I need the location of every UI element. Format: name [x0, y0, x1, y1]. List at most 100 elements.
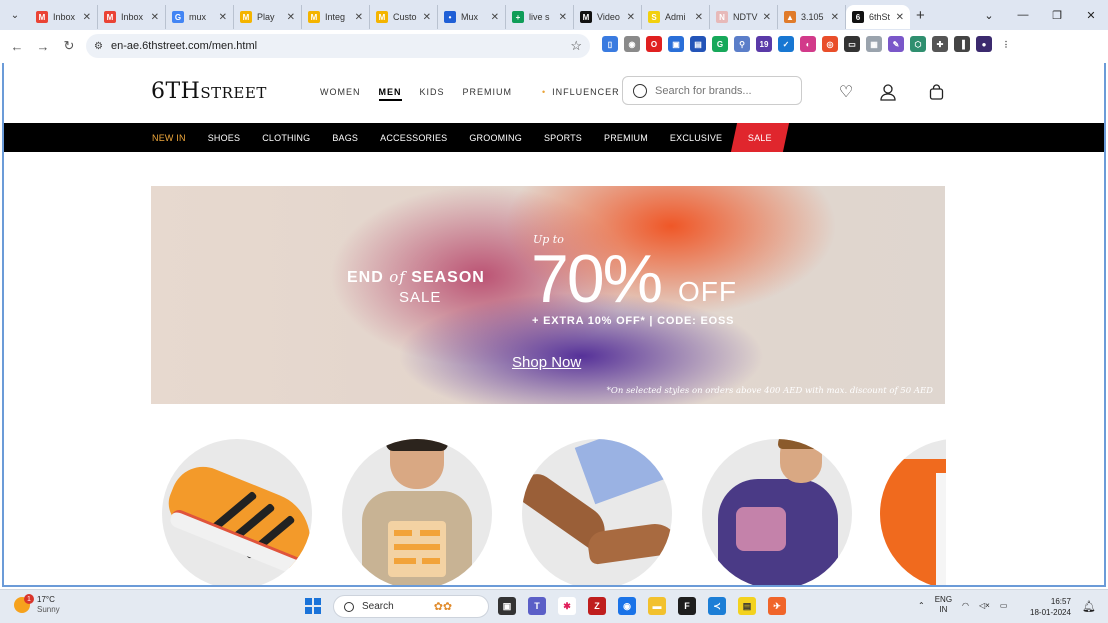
side-panel-icon[interactable]: ▐	[954, 36, 970, 52]
battery-icon[interactable]: ▭	[1000, 601, 1008, 610]
minimize-button[interactable]: —	[1006, 0, 1040, 30]
extensions-puzzle-icon[interactable]: ✚	[932, 36, 948, 52]
vscode-icon[interactable]: ≺	[708, 597, 726, 615]
category-circle-shoes[interactable]	[162, 439, 312, 585]
tab-close-icon[interactable]: ✕	[491, 12, 499, 23]
gender-tab-kids[interactable]: KIDS	[420, 87, 445, 101]
browser-tab[interactable]: + live s ✕	[506, 5, 574, 29]
teams-icon[interactable]: T	[528, 597, 546, 615]
maximize-button[interactable]: ❐	[1040, 0, 1074, 30]
figma-icon[interactable]: F	[678, 597, 696, 615]
tab-close-icon[interactable]: ✕	[151, 12, 159, 23]
reload-button[interactable]: ↻	[56, 33, 82, 59]
category-premium[interactable]: PREMIUM	[604, 133, 648, 143]
influencer-link[interactable]: • INFLUENCER	[542, 87, 620, 101]
brand-search-input[interactable]	[655, 84, 785, 97]
category-grooming[interactable]: GROOMING	[469, 133, 522, 143]
back-button[interactable]: ←	[4, 33, 30, 59]
chrome-icon[interactable]: ◉	[618, 597, 636, 615]
extension-icon[interactable]: ▤	[690, 36, 706, 52]
browser-menu-icon[interactable]: ⋮	[998, 36, 1014, 52]
category-sale[interactable]: SALE	[731, 123, 790, 152]
browser-tab[interactable]: M Integ ✕	[302, 5, 370, 29]
account-user-icon[interactable]	[878, 82, 898, 102]
category-new-in[interactable]: NEW IN	[152, 133, 186, 143]
wifi-icon[interactable]: ◠	[962, 601, 969, 610]
browser-tab[interactable]: M Video ✕	[574, 5, 642, 29]
tab-close-icon[interactable]: ✕	[423, 12, 431, 23]
browser-tab[interactable]: S Admi ✕	[642, 5, 710, 29]
system-clock[interactable]: 16:57 18-01-2024	[1030, 596, 1071, 618]
extension-icon[interactable]: ▯	[602, 36, 618, 52]
browser-tab[interactable]: 6 6thSt ✕	[846, 5, 910, 29]
extension-icon[interactable]: ▣	[668, 36, 684, 52]
end-of-season-banner[interactable]: END of SEASON SALE Up to 70% OFF + EXTRA…	[151, 186, 945, 404]
tab-search-chevron-icon[interactable]: ⌄	[4, 4, 26, 26]
tab-close-icon[interactable]: ✕	[763, 12, 771, 23]
category-circle-jackets[interactable]	[880, 439, 946, 585]
address-bar[interactable]: ⚙ en-ae.6thstreet.com/men.html ☆	[86, 34, 590, 58]
browser-tab[interactable]: M Inbox ✕	[30, 5, 98, 29]
category-circle-tshirts[interactable]	[342, 439, 492, 585]
brand-search-box[interactable]	[622, 76, 802, 105]
tab-close-icon[interactable]: ✕	[627, 12, 635, 23]
gender-tab-men[interactable]: MEN	[378, 87, 402, 101]
notification-bell-icon[interactable]: 🔔︎	[1082, 600, 1096, 613]
tab-close-icon[interactable]: ✕	[287, 12, 295, 23]
profile-avatar-icon[interactable]: ●	[976, 36, 992, 52]
browser-tab[interactable]: ▲ 3.105 ✕	[778, 5, 846, 29]
slack-icon[interactable]: ✱	[558, 597, 576, 615]
category-circle-hoodies[interactable]	[702, 439, 852, 585]
browser-tab[interactable]: M Play ✕	[234, 5, 302, 29]
bookmark-star-icon[interactable]: ☆	[570, 38, 582, 54]
sixth-street-logo[interactable]: 6THSTREET	[151, 79, 267, 104]
browser-tab[interactable]: M Inbox ✕	[98, 5, 166, 29]
tab-close-icon[interactable]: ✕	[83, 12, 91, 23]
taskbar-search[interactable]: Search ✿✿	[333, 595, 489, 618]
tab-close-icon[interactable]: ✕	[219, 12, 227, 23]
sticky-notes-icon[interactable]: ▤	[738, 597, 756, 615]
forward-button[interactable]: →	[30, 33, 56, 59]
category-clothing[interactable]: CLOTHING	[262, 133, 310, 143]
new-tab-button[interactable]: +	[916, 7, 925, 24]
grammarly-extension-icon[interactable]: G	[712, 36, 728, 52]
extension-icon[interactable]: ⬡	[910, 36, 926, 52]
wishlist-heart-icon[interactable]: ♡	[836, 82, 856, 102]
extension-icon[interactable]: ▦	[866, 36, 882, 52]
extension-icon[interactable]: ⚲	[734, 36, 750, 52]
extension-icon[interactable]: ▭	[844, 36, 860, 52]
language-indicator[interactable]: ENG IN	[935, 595, 952, 615]
task-view-icon[interactable]: ▣	[498, 597, 516, 615]
show-hidden-icons-chevron-icon[interactable]: ⌃	[918, 601, 925, 610]
browser-tab[interactable]: M Custo ✕	[370, 5, 438, 29]
tab-close-icon[interactable]: ✕	[559, 12, 567, 23]
browser-tab[interactable]: Gmux ✕	[166, 5, 234, 29]
gender-tab-premium[interactable]: PREMIUM	[463, 87, 513, 101]
volume-muted-icon[interactable]: ◁×	[979, 601, 990, 610]
category-accessories[interactable]: ACCESSORIES	[380, 133, 447, 143]
category-circle-loafers[interactable]	[522, 439, 672, 585]
category-sports[interactable]: SPORTS	[544, 133, 582, 143]
tab-close-icon[interactable]: ✕	[355, 12, 363, 23]
filezilla-icon[interactable]: Z	[588, 597, 606, 615]
tab-close-icon[interactable]: ✕	[695, 12, 703, 23]
extension-icon[interactable]: ◐	[800, 36, 816, 52]
extension-icon[interactable]: ◎	[822, 36, 838, 52]
tab-close-icon[interactable]: ✕	[831, 12, 839, 23]
file-explorer-icon[interactable]: ▬	[648, 597, 666, 615]
camera-extension-icon[interactable]: ◉	[624, 36, 640, 52]
expand-icon[interactable]: ⌄	[972, 0, 1006, 30]
tab-close-icon[interactable]: ✕	[896, 12, 904, 23]
site-info-icon[interactable]: ⚙	[94, 41, 103, 52]
gender-tab-women[interactable]: WOMEN	[320, 87, 361, 101]
opera-extension-icon[interactable]: O	[646, 36, 662, 52]
browser-tab[interactable]: • Mux ✕	[438, 5, 506, 29]
extension-badge-icon[interactable]: 19	[756, 36, 772, 52]
pen-extension-icon[interactable]: ✎	[888, 36, 904, 52]
category-exclusive[interactable]: EXCLUSIVE	[670, 133, 722, 143]
close-window-button[interactable]: ✕	[1074, 0, 1108, 30]
extension-icon[interactable]: ✓	[778, 36, 794, 52]
category-shoes[interactable]: SHOES	[208, 133, 241, 143]
windows-start-icon[interactable]	[305, 598, 321, 614]
category-bags[interactable]: BAGS	[332, 133, 358, 143]
